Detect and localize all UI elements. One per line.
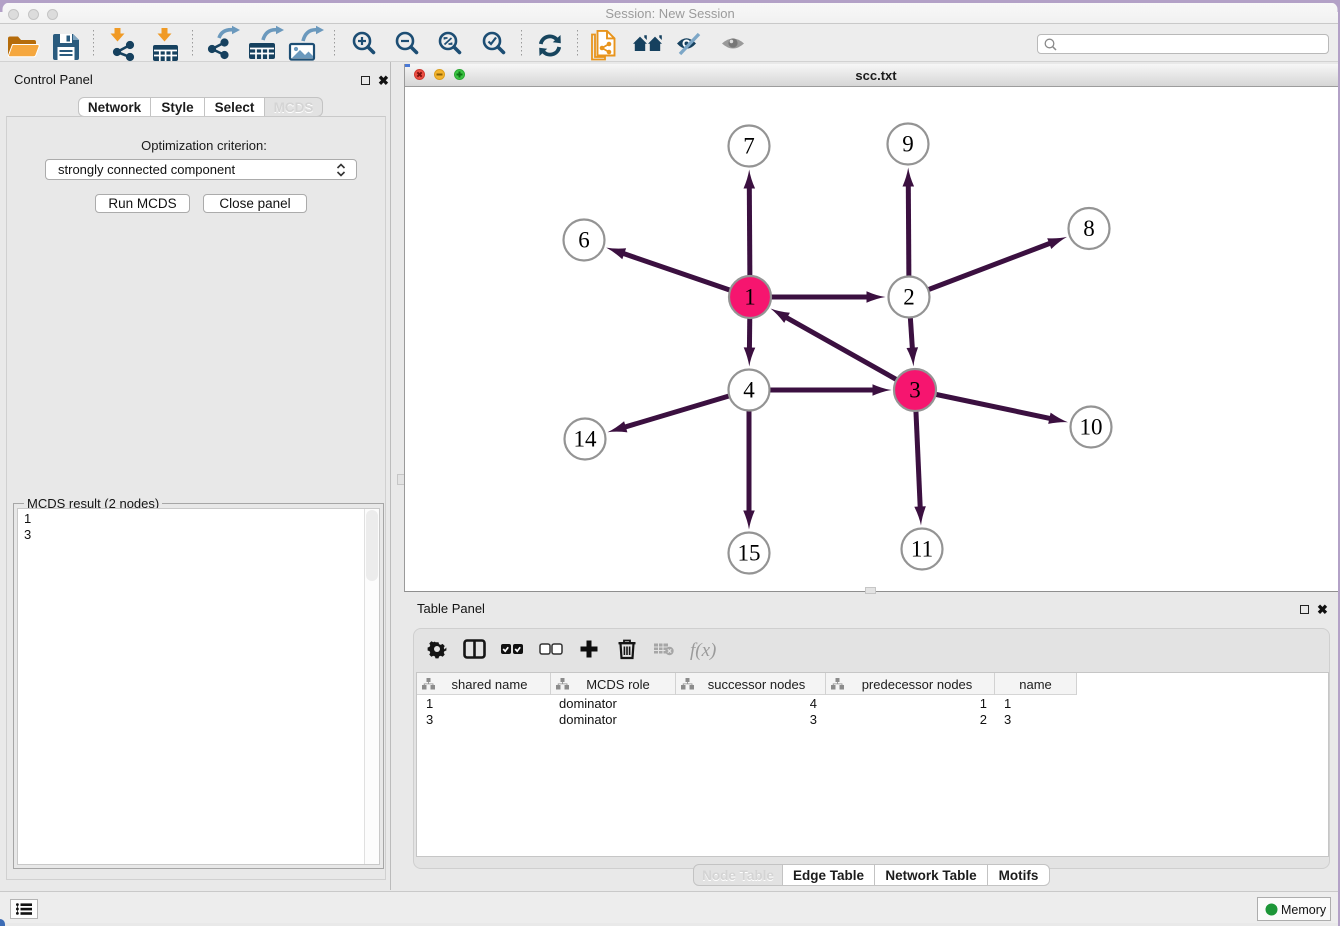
svg-text:9: 9 bbox=[902, 132, 914, 157]
svg-text:15: 15 bbox=[738, 541, 761, 566]
svg-text:4: 4 bbox=[743, 378, 755, 403]
svg-text:2: 2 bbox=[903, 285, 915, 310]
svg-text:1: 1 bbox=[744, 285, 756, 310]
svg-text:14: 14 bbox=[574, 427, 598, 452]
svg-text:11: 11 bbox=[911, 537, 933, 562]
svg-text:7: 7 bbox=[743, 134, 755, 159]
svg-text:3: 3 bbox=[909, 378, 921, 403]
svg-text:10: 10 bbox=[1080, 415, 1103, 440]
svg-text:8: 8 bbox=[1083, 216, 1095, 241]
svg-text:6: 6 bbox=[578, 228, 590, 253]
svg-text:f(x): f(x) bbox=[690, 640, 716, 661]
